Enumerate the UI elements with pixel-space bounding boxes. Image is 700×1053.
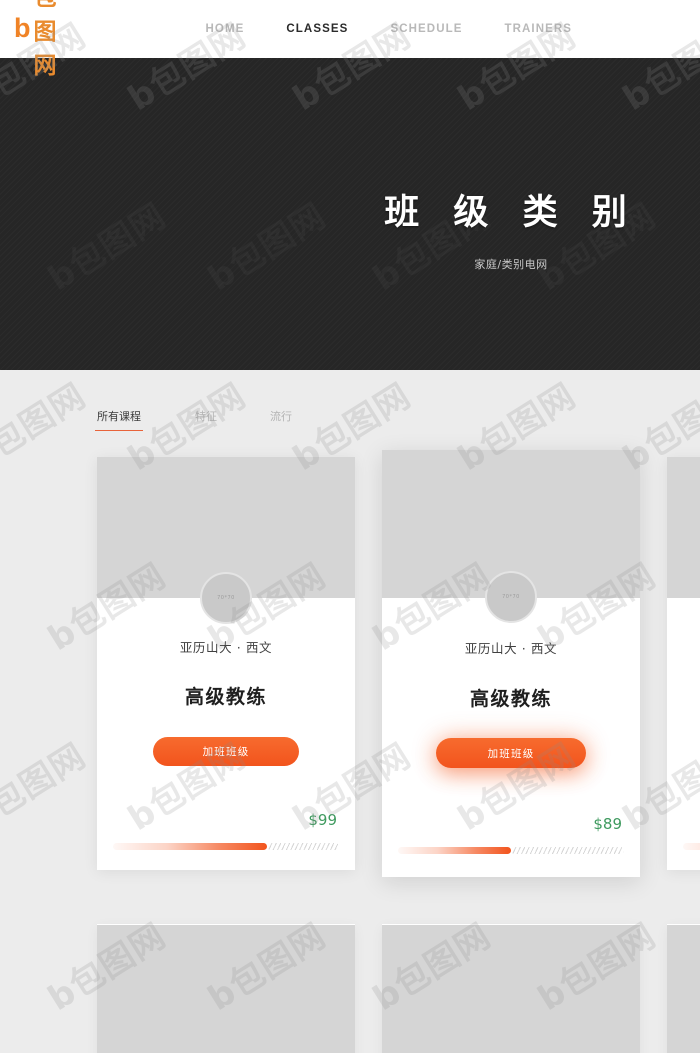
- nav-item-schedule[interactable]: SCHEDULE: [369, 23, 483, 35]
- course-card[interactable]: 70*70 亚历山大 · 西文 高级教练 加班班级 $89: [382, 450, 640, 877]
- course-card-image: [667, 457, 700, 598]
- hero-subtitle: 家庭/类别电网: [474, 258, 548, 271]
- progress-fill: [113, 843, 267, 850]
- course-card[interactable]: 70*70 亚历山大 · 西文 高级教练 加班班级 $79: [667, 457, 700, 870]
- course-card-row2-image[interactable]: [667, 925, 700, 1053]
- nav-item-trainers[interactable]: TRAINERS: [484, 23, 594, 35]
- course-card-button-wrap: 加班班级: [97, 709, 355, 766]
- course-card[interactable]: 70*70 亚历山大 · 西文 高级教练 加班班级 $99: [97, 457, 355, 870]
- watermark-text: b包图网: [0, 735, 93, 839]
- progress-fill: [683, 843, 700, 850]
- enrollment-progress: [398, 847, 624, 854]
- hero-title: 班 级 类 别: [384, 193, 638, 233]
- enrollment-progress: [683, 843, 700, 850]
- nav-item-blog[interactable]: BLOG: [685, 23, 700, 35]
- join-class-button[interactable]: 加班班级: [436, 738, 586, 768]
- logo-mark-icon: b: [14, 12, 31, 43]
- course-price: $99: [308, 811, 337, 829]
- course-price: $89: [593, 815, 622, 833]
- hero-content: 班 级 类 别 家庭/类别电网: [0, 58, 700, 370]
- top-navbar: b 包图网 HOME CLASSES SCHEDULE TRAINERS BLO…: [0, 0, 700, 79]
- avatar: 70*70: [200, 572, 252, 624]
- course-price: $79: [667, 766, 700, 829]
- page-root: b 包图网 HOME CLASSES SCHEDULE TRAINERS BLO…: [0, 0, 700, 1053]
- progress-remainder: [511, 847, 624, 854]
- watermark-text: b包图网: [0, 375, 93, 479]
- tab-featured[interactable]: 特征: [195, 408, 217, 431]
- join-class-button[interactable]: 加班班级: [153, 737, 299, 766]
- nav-links: HOME CLASSES SCHEDULE TRAINERS BLOG: [185, 23, 700, 35]
- logo-text: 包图网: [33, 0, 57, 79]
- progress-remainder: [266, 843, 339, 850]
- enrollment-progress: [113, 843, 339, 850]
- course-card-button-wrap: 加班班级: [382, 711, 640, 768]
- course-card-body: 70*70 亚历山大 · 西文 高级教练 加班班级 $79: [667, 598, 700, 850]
- category-tabs: 所有课程 特征 流行: [95, 408, 292, 431]
- tab-popular[interactable]: 流行: [270, 408, 292, 431]
- avatar: 70*70: [485, 571, 537, 623]
- hero-banner: 班 级 类 别 家庭/类别电网: [0, 58, 700, 370]
- instructor-name: 亚历山大 · 西文: [667, 598, 700, 656]
- course-title: 高级教练: [184, 686, 267, 708]
- tab-all-courses[interactable]: 所有课程: [95, 408, 143, 431]
- course-title: 高级教练: [667, 656, 700, 709]
- course-title: 高级教练: [469, 688, 552, 710]
- nav-item-classes[interactable]: CLASSES: [265, 23, 369, 35]
- course-card-row2-image[interactable]: [382, 925, 640, 1053]
- progress-fill: [398, 847, 511, 854]
- course-card-button-wrap: 加班班级: [667, 709, 700, 766]
- course-card-body: 70*70 亚历山大 · 西文 高级教练 加班班级 $99: [97, 572, 355, 850]
- course-card-body: 70*70 亚历山大 · 西文 高级教练 加班班级 $89: [382, 571, 640, 854]
- site-logo[interactable]: b 包图网: [14, 0, 57, 80]
- nav-item-home[interactable]: HOME: [185, 23, 266, 35]
- course-card-row2-image[interactable]: [97, 925, 355, 1053]
